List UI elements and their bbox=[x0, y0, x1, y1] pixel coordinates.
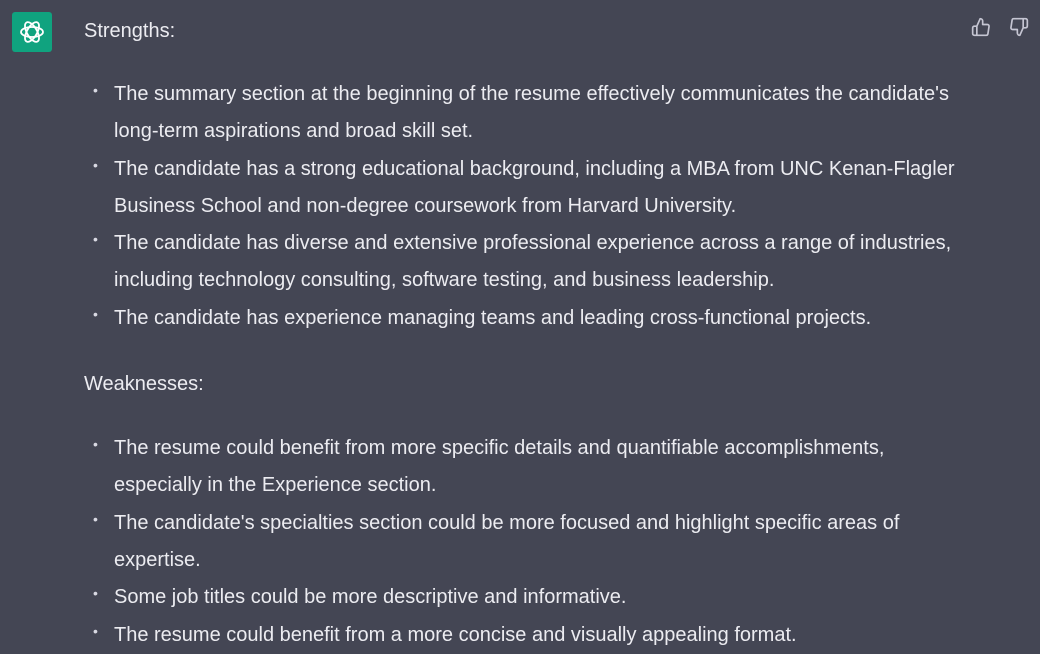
weakness-item: • Some job titles could be more descripti… bbox=[84, 579, 964, 616]
weakness-text: The resume could benefit from a more con… bbox=[114, 623, 797, 646]
bullet-icon: • bbox=[93, 82, 98, 98]
strength-item: • The candidate has diverse and extensive… bbox=[84, 225, 964, 300]
strength-item: • The candidate has experience managing t… bbox=[84, 300, 964, 337]
bullet-icon: • bbox=[93, 585, 98, 602]
bullet-icon: • bbox=[93, 305, 98, 322]
weakness-text: Some job titles could be more descriptiv… bbox=[114, 586, 627, 609]
weakness-item: • The candidate's specialties section cou… bbox=[84, 505, 964, 580]
weakness-item: • The resume could benefit from more spec… bbox=[84, 430, 964, 505]
bullet-icon: • bbox=[93, 436, 98, 453]
bullet-icon: • bbox=[93, 231, 98, 248]
thumbs-down-button[interactable] bbox=[1008, 16, 1030, 38]
assistant-avatar bbox=[12, 12, 52, 52]
thumbs-down-icon bbox=[1010, 17, 1029, 37]
weakness-text: The resume could benefit from more speci… bbox=[114, 437, 885, 497]
bullet-icon: • bbox=[93, 622, 98, 639]
strengths-list: • The summary section at the beginning of… bbox=[84, 76, 964, 337]
strength-text: The candidate has experience managing te… bbox=[114, 306, 872, 329]
strength-item: • The summary section at the beginning of… bbox=[84, 76, 964, 151]
strength-item: • The candidate has a strong educational … bbox=[84, 151, 964, 226]
assistant-message: Strengths: • The summary section at the b… bbox=[84, 17, 964, 654]
weakness-item: • The resume could benefit from a more co… bbox=[84, 617, 964, 654]
weaknesses-heading: Weaknesses: bbox=[84, 373, 204, 396]
weaknesses-list: • The resume could benefit from more spec… bbox=[84, 430, 964, 654]
feedback-buttons bbox=[970, 16, 1030, 38]
weakness-text: The candidate's specialties section coul… bbox=[114, 511, 900, 571]
thumbs-up-button[interactable] bbox=[970, 16, 992, 38]
thumbs-up-icon bbox=[971, 17, 990, 37]
strength-text: The candidate has diverse and extensive … bbox=[114, 232, 952, 292]
strengths-heading: Strengths: bbox=[84, 20, 176, 42]
bullet-icon: • bbox=[93, 510, 98, 527]
strength-text: The candidate has a strong educational b… bbox=[114, 157, 955, 217]
openai-logo-icon bbox=[20, 21, 44, 43]
bullet-icon: • bbox=[93, 156, 98, 173]
strength-text: The summary section at the beginning of … bbox=[114, 83, 949, 143]
